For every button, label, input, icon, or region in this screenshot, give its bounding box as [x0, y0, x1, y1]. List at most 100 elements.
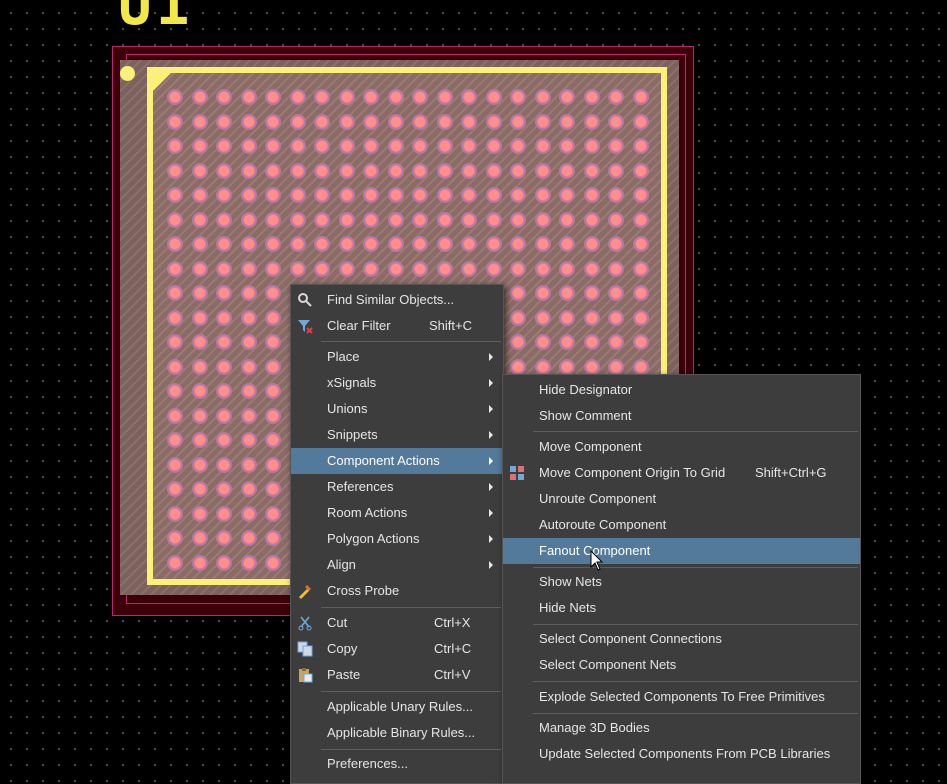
- bga-pad[interactable]: [485, 211, 502, 228]
- bga-pad[interactable]: [314, 113, 330, 130]
- submenu-item-show-nets[interactable]: Show Nets: [503, 569, 860, 595]
- bga-pad[interactable]: [240, 530, 257, 546]
- bga-pad[interactable]: [583, 211, 600, 228]
- menu-item-preferences[interactable]: Preferences...: [291, 751, 503, 777]
- bga-pad[interactable]: [559, 334, 575, 350]
- bga-pad[interactable]: [216, 285, 232, 301]
- bga-pad[interactable]: [265, 407, 281, 424]
- bga-pad[interactable]: [608, 358, 624, 375]
- menu-item-unary-rules[interactable]: Applicable Unary Rules...: [291, 694, 503, 720]
- bga-pad[interactable]: [608, 236, 624, 252]
- bga-pad[interactable]: [289, 187, 306, 203]
- bga-pad[interactable]: [240, 285, 257, 301]
- bga-pad[interactable]: [314, 162, 330, 179]
- bga-pad[interactable]: [534, 113, 551, 130]
- bga-pad[interactable]: [314, 236, 330, 252]
- bga-pad[interactable]: [240, 138, 257, 154]
- bga-pad[interactable]: [338, 211, 355, 228]
- bga-pad[interactable]: [412, 260, 428, 277]
- bga-pad[interactable]: [559, 162, 575, 179]
- bga-pad[interactable]: [265, 113, 281, 130]
- bga-pad[interactable]: [436, 162, 453, 179]
- bga-pad[interactable]: [216, 260, 232, 277]
- bga-pad[interactable]: [387, 89, 404, 105]
- bga-pad[interactable]: [583, 285, 600, 301]
- bga-pad[interactable]: [559, 260, 575, 277]
- bga-pad[interactable]: [559, 309, 575, 326]
- bga-pad[interactable]: [240, 505, 257, 522]
- bga-pad[interactable]: [191, 554, 208, 571]
- bga-pad[interactable]: [387, 236, 404, 252]
- bga-pad[interactable]: [191, 89, 208, 105]
- bga-pad[interactable]: [240, 89, 257, 105]
- bga-pad[interactable]: [363, 113, 379, 130]
- bga-pad[interactable]: [583, 187, 600, 203]
- bga-pad[interactable]: [265, 505, 281, 522]
- bga-pad[interactable]: [583, 89, 600, 105]
- menu-item-find-similar[interactable]: Find Similar Objects...: [291, 287, 503, 313]
- bga-pad[interactable]: [608, 260, 624, 277]
- bga-pad[interactable]: [289, 260, 306, 277]
- bga-pad[interactable]: [559, 211, 575, 228]
- bga-pad[interactable]: [363, 236, 379, 252]
- bga-pad[interactable]: [534, 334, 551, 350]
- bga-pad[interactable]: [240, 358, 257, 375]
- bga-pad[interactable]: [167, 187, 183, 203]
- bga-pad[interactable]: [191, 456, 208, 473]
- bga-pad[interactable]: [363, 138, 379, 154]
- bga-pad[interactable]: [216, 138, 232, 154]
- bga-pad[interactable]: [240, 432, 257, 448]
- bga-pad[interactable]: [265, 162, 281, 179]
- bga-pad[interactable]: [510, 358, 526, 375]
- bga-pad[interactable]: [314, 138, 330, 154]
- bga-pad[interactable]: [534, 162, 551, 179]
- bga-pad[interactable]: [240, 481, 257, 497]
- bga-pad[interactable]: [191, 187, 208, 203]
- bga-pad[interactable]: [265, 236, 281, 252]
- bga-pad[interactable]: [510, 211, 526, 228]
- bga-pad[interactable]: [167, 407, 183, 424]
- menu-item-unions[interactable]: Unions: [291, 396, 503, 422]
- submenu-item-update-from-libraries[interactable]: Update Selected Components From PCB Libr…: [503, 741, 860, 767]
- bga-pad[interactable]: [510, 113, 526, 130]
- bga-pad[interactable]: [167, 505, 183, 522]
- bga-pad[interactable]: [240, 162, 257, 179]
- bga-pad[interactable]: [632, 187, 649, 203]
- bga-pad[interactable]: [289, 113, 306, 130]
- bga-pad[interactable]: [608, 211, 624, 228]
- bga-pad[interactable]: [387, 260, 404, 277]
- bga-pad[interactable]: [191, 530, 208, 546]
- bga-pad[interactable]: [265, 285, 281, 301]
- bga-pad[interactable]: [534, 285, 551, 301]
- bga-pad[interactable]: [167, 432, 183, 448]
- bga-pad[interactable]: [240, 334, 257, 350]
- submenu-item-manage-3d-bodies[interactable]: Manage 3D Bodies: [503, 715, 860, 741]
- bga-pad[interactable]: [216, 113, 232, 130]
- bga-pad[interactable]: [265, 358, 281, 375]
- bga-pad[interactable]: [167, 334, 183, 350]
- bga-pad[interactable]: [632, 334, 649, 350]
- bga-pad[interactable]: [461, 162, 477, 179]
- bga-pad[interactable]: [265, 481, 281, 497]
- bga-pad[interactable]: [216, 309, 232, 326]
- bga-pad[interactable]: [632, 113, 649, 130]
- bga-pad[interactable]: [485, 260, 502, 277]
- bga-pad[interactable]: [167, 138, 183, 154]
- bga-pad[interactable]: [167, 89, 183, 105]
- bga-pad[interactable]: [191, 138, 208, 154]
- bga-pad[interactable]: [167, 211, 183, 228]
- bga-pad[interactable]: [559, 236, 575, 252]
- submenu-item-hide-nets[interactable]: Hide Nets: [503, 595, 860, 621]
- bga-pad[interactable]: [534, 211, 551, 228]
- bga-pad[interactable]: [191, 432, 208, 448]
- bga-pad[interactable]: [216, 481, 232, 497]
- bga-pad[interactable]: [510, 89, 526, 105]
- bga-pad[interactable]: [216, 236, 232, 252]
- bga-pad[interactable]: [314, 211, 330, 228]
- bga-pad[interactable]: [265, 187, 281, 203]
- bga-pad[interactable]: [632, 211, 649, 228]
- bga-pad[interactable]: [632, 236, 649, 252]
- bga-pad[interactable]: [387, 113, 404, 130]
- bga-pad[interactable]: [289, 211, 306, 228]
- menu-item-binary-rules[interactable]: Applicable Binary Rules...: [291, 720, 503, 746]
